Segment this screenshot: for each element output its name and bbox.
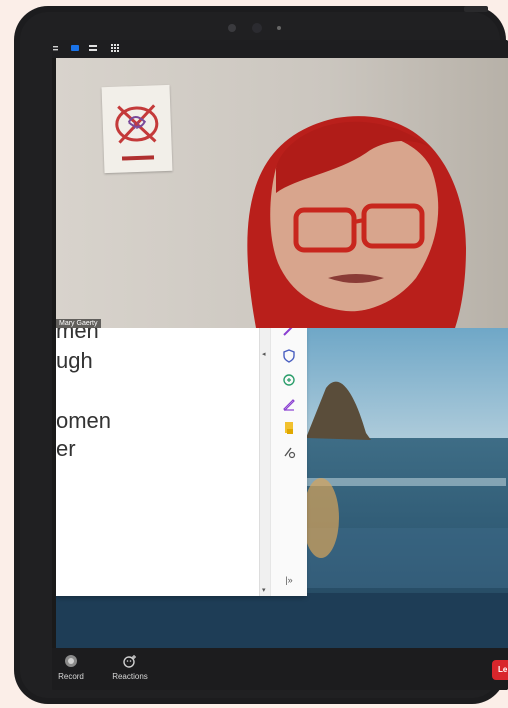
doc-line: men [56,328,99,343]
speaker-view-icon[interactable] [70,43,80,54]
reactions-label: Reactions [112,672,148,681]
reactions-icon [123,655,136,668]
tools-icon[interactable] [281,444,297,460]
doc-line: omen [56,408,112,433]
document-scrollbar[interactable]: ◂ ▾ [259,328,270,596]
pdf-viewer-window[interactable]: men ugh omen er ◂ ▾ |» [56,328,307,596]
sign-icon[interactable] [281,396,297,412]
zoom-screen: lJ Mary Gaerty men ugh omen er ◂ ▾ |» Re… [52,40,508,690]
meeting-controls-bar: Record Reactions Le [52,648,508,690]
screen-share[interactable]: men ugh omen er ◂ ▾ |» [56,328,508,648]
expand-panel-icon[interactable]: |» [281,572,297,588]
tablet-side-button [464,6,488,12]
speaker-video[interactable]: lJ Mary Gaerty [56,58,508,328]
doc-line: ugh [56,348,93,373]
poster-logo-icon: lJ [115,104,159,161]
reactions-button[interactable]: Reactions [108,654,152,681]
leave-button[interactable]: Le [492,660,508,680]
participant-person [247,116,466,328]
top-toolbar [52,40,508,58]
list-view-icon[interactable] [88,43,98,54]
doc-line: er [56,436,76,461]
participant-name-tag: Mary Gaerty [56,319,101,328]
document-icon[interactable] [281,420,297,436]
share-icon[interactable] [281,372,297,388]
record-icon [65,655,77,667]
tablet-camera [224,21,294,35]
record-button[interactable]: Record [54,654,88,681]
wall-poster: lJ [101,84,173,174]
pen-icon[interactable] [281,328,297,338]
view-toggle-icon[interactable] [52,43,60,54]
svg-text:lJ: lJ [133,121,140,132]
document-page: men ugh omen er [56,328,259,596]
collapse-arrow-icon[interactable]: ◂ [262,350,266,358]
tablet-frame: lJ Mary Gaerty men ugh omen er ◂ ▾ |» Re… [14,6,508,704]
gallery-view-icon[interactable] [110,43,120,54]
record-label: Record [58,672,84,681]
shield-icon[interactable] [281,348,297,364]
pdf-tools-sidebar: |» [270,328,307,596]
scroll-down-icon[interactable]: ▾ [262,586,266,594]
